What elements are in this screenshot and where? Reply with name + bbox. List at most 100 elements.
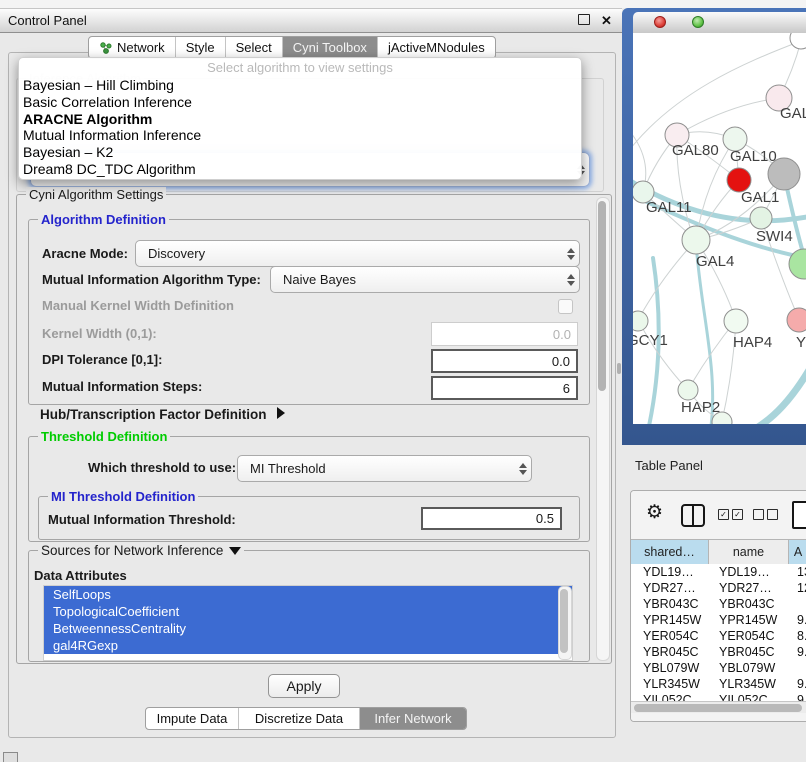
table-row[interactable]: YIL052CYIL052C9 — [631, 692, 806, 701]
table-row[interactable]: YBR043CYBR043C — [631, 596, 806, 612]
table-row[interactable]: YLR345WYLR345W9. — [631, 676, 806, 692]
table-row[interactable]: YPR145WYPR145W9. — [631, 612, 806, 628]
dock-grip-icon[interactable] — [3, 752, 18, 762]
split-columns-icon[interactable] — [681, 504, 705, 527]
table-cell[interactable]: YIL052C — [631, 692, 709, 701]
float-window-icon[interactable] — [578, 14, 590, 25]
table-cell[interactable]: YBL079W — [709, 660, 789, 676]
network-node-swi4[interactable] — [750, 207, 772, 229]
attributes-scrollbar[interactable] — [558, 586, 572, 660]
network-node-hap4[interactable] — [724, 309, 748, 333]
data-attribute-item[interactable]: BetweennessCentrality — [44, 620, 572, 637]
table-cell[interactable]: YER054C — [709, 628, 789, 644]
table-cell[interactable]: 9. — [789, 612, 806, 628]
gear-icon[interactable]: ⚙ — [646, 503, 663, 523]
settings-scrollbar[interactable] — [596, 197, 610, 661]
table-cell[interactable] — [789, 596, 806, 612]
column-header-name[interactable]: name — [709, 540, 789, 564]
table-cell[interactable]: 8. — [789, 628, 806, 644]
select-all-icon[interactable]: ✓ — [732, 509, 743, 520]
column-header-shared-name[interactable]: shared… — [631, 540, 709, 564]
table-cell[interactable]: YPR145W — [631, 612, 709, 628]
table-cell[interactable]: YER054C — [631, 628, 709, 644]
network-edge[interactable] — [638, 320, 688, 390]
tab-style[interactable]: Style — [176, 37, 226, 58]
tab-impute-data[interactable]: Impute Data — [146, 708, 239, 729]
table-cell[interactable]: YLR345W — [709, 676, 789, 692]
tab-network[interactable]: Network — [89, 37, 176, 58]
table-cell[interactable]: 13 — [789, 564, 806, 580]
select-all-icon[interactable]: ✓ — [718, 509, 729, 520]
table-row[interactable]: YBL079WYBL079W — [631, 660, 806, 676]
table-cell[interactable]: 9. — [789, 644, 806, 660]
network-edge[interactable] — [696, 243, 713, 424]
algorithm-option[interactable]: Bayesian – K2 — [19, 144, 581, 161]
table-row[interactable]: YER054CYER054C8. — [631, 628, 806, 644]
deselect-all-icon[interactable] — [753, 509, 764, 520]
table-cell[interactable]: YLR345W — [631, 676, 709, 692]
table-cell[interactable]: YIL052C — [709, 692, 789, 701]
apply-button[interactable]: Apply — [268, 674, 340, 698]
algorithm-option[interactable]: Basic Correlation Inference — [19, 94, 581, 111]
kernel-width-field[interactable]: 0.0 — [431, 322, 578, 346]
table-cell[interactable]: YBR045C — [631, 644, 709, 660]
table-row[interactable]: YDR27…YDR27…12 — [631, 580, 806, 596]
table-cell[interactable]: YDR27… — [709, 580, 789, 596]
table-cell[interactable]: YBR043C — [631, 596, 709, 612]
table-cell[interactable]: YPR145W — [709, 612, 789, 628]
tab-infer-network[interactable]: Infer Network — [360, 708, 466, 729]
table-cell[interactable]: YDR27… — [631, 580, 709, 596]
tab-discretize-data[interactable]: Discretize Data — [239, 708, 360, 729]
table-hscrollbar-thumb[interactable] — [634, 704, 802, 712]
network-node-y[interactable] — [787, 308, 806, 332]
data-attribute-item[interactable]: TopologicalCoefficient — [44, 603, 572, 620]
close-icon[interactable]: ✕ — [601, 14, 612, 27]
table-row[interactable]: YBR045CYBR045C9. — [631, 644, 806, 660]
network-node-gcy1[interactable] — [633, 311, 648, 331]
aracne-mode-combobox[interactable]: Discovery — [135, 240, 580, 267]
data-attribute-item[interactable]: SelfLoops — [44, 586, 572, 603]
manual-kernel-width-checkbox[interactable] — [558, 299, 573, 314]
mi-algorithm-type-combobox[interactable]: Naive Bayes — [270, 266, 580, 293]
mi-threshold-field[interactable]: 0.5 — [421, 507, 562, 530]
network-node[interactable] — [768, 158, 800, 190]
network-node-gal4[interactable] — [682, 226, 710, 254]
expand-right-icon[interactable] — [277, 407, 285, 419]
column-header-clipped[interactable]: A — [789, 540, 806, 564]
table-cell[interactable]: YDL19… — [709, 564, 789, 580]
table-cell[interactable]: YBR045C — [709, 644, 789, 660]
new-column-icon[interactable] — [792, 501, 806, 529]
network-edge[interactable] — [638, 240, 696, 320]
data-attributes-list[interactable]: SelfLoopsTopologicalCoefficientBetweenne… — [43, 585, 573, 661]
tab-jactivemnodules[interactable]: jActiveMNodules — [378, 37, 495, 58]
table-cell[interactable] — [789, 660, 806, 676]
network-node-hap2[interactable] — [678, 380, 698, 400]
dpi-tolerance-field[interactable]: 0.0 — [431, 349, 578, 373]
table-row[interactable]: YDL19…YDL19…13 — [631, 564, 806, 580]
mi-steps-field[interactable]: 6 — [431, 376, 578, 400]
network-node[interactable] — [790, 33, 806, 49]
tab-cyni-toolbox[interactable]: Cyni Toolbox — [283, 37, 378, 58]
collapse-down-icon[interactable] — [229, 547, 241, 555]
network-canvas[interactable]: GALGAL80GAL10GAL1GAL11SWI4GAL4GCY1HAP4YH… — [633, 33, 806, 424]
algorithm-option[interactable]: Mutual Information Inference — [19, 127, 581, 144]
which-threshold-combobox[interactable]: MI Threshold — [237, 455, 532, 482]
attributes-scrollbar-thumb[interactable] — [560, 589, 568, 653]
network-window-titlebar[interactable] — [633, 12, 806, 34]
minimize-traffic-light[interactable] — [673, 16, 685, 28]
data-attribute-item[interactable]: gal4RGexp — [44, 637, 572, 654]
table-cell[interactable]: 9 — [789, 692, 806, 701]
table-cell[interactable]: 12 — [789, 580, 806, 596]
splitter-handle[interactable] — [617, 363, 621, 374]
settings-scrollbar-thumb[interactable] — [598, 201, 606, 391]
algorithm-option[interactable]: ARACNE Algorithm — [19, 111, 581, 128]
table-cell[interactable]: YBL079W — [631, 660, 709, 676]
table-cell[interactable]: YBR043C — [709, 596, 789, 612]
table-cell[interactable]: 9. — [789, 676, 806, 692]
zoom-traffic-light[interactable] — [692, 16, 704, 28]
deselect-all-icon[interactable] — [767, 509, 778, 520]
tab-select[interactable]: Select — [226, 37, 283, 58]
algorithm-option[interactable]: Bayesian – Hill Climbing — [19, 77, 581, 94]
network-edge[interactable] — [755, 365, 806, 424]
table-cell[interactable]: YDL19… — [631, 564, 709, 580]
